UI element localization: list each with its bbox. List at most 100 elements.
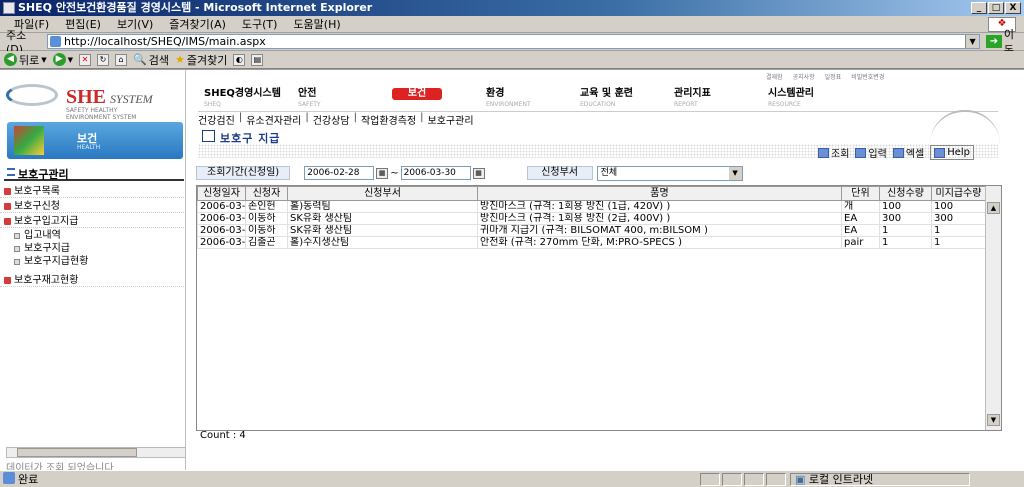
excel-action-button[interactable]: 엑셀: [892, 145, 924, 160]
dept-select-value: 전체: [600, 167, 618, 178]
left-menu-item-apply[interactable]: 보호구신청: [0, 200, 184, 213]
close-button[interactable]: X: [1005, 2, 1021, 14]
nav-sublabel: RESOURCE: [768, 101, 801, 108]
calendar-icon[interactable]: ▦: [376, 167, 389, 179]
left-menu-title-text: 보호구관리: [18, 168, 69, 181]
left-menu-item-list[interactable]: 보호구목록: [0, 185, 184, 198]
bullet-icon: [4, 277, 11, 284]
col-header-date[interactable]: 신청일자: [197, 186, 246, 201]
input-action-button[interactable]: 입력: [855, 145, 887, 160]
col-header-item[interactable]: 품명: [477, 186, 842, 201]
left-menu-item-label: 보호구목록: [14, 186, 60, 197]
search-action-button[interactable]: 조회: [818, 145, 849, 160]
nav-environment[interactable]: 환경 ENVIRONMENT: [480, 88, 574, 111]
menu-help[interactable]: 도움말(H): [285, 16, 348, 33]
menu-edit[interactable]: 편집(E): [57, 16, 109, 33]
left-panel: SHE SYSTEM SAFETY HEALTHY ENVIRONMENT SY…: [0, 70, 186, 474]
page-icon: [50, 36, 62, 47]
table-row[interactable]: 2006-03-02 김출곤 홀)수지생산팀 안전화 (규격: 270mm 단화…: [197, 236, 986, 249]
chevron-down-icon[interactable]: ▼: [728, 166, 742, 180]
forward-arrow-icon: ▶: [52, 53, 66, 66]
table-row[interactable]: 2006-03-09 손인헌 홀)동력팀 방진마스크 (규격: 1회용 방진 (…: [197, 200, 986, 213]
print-icon[interactable]: ▤: [251, 53, 264, 66]
bullet-icon: [4, 188, 11, 195]
left-panel-scrollbar[interactable]: [6, 447, 186, 458]
calendar-icon[interactable]: ▦: [472, 167, 485, 179]
col-header-unissued[interactable]: 미지급수량: [931, 186, 986, 201]
window-titlebar: SHEQ 안전보건환경품질 경영시스템 - Microsoft Internet…: [0, 0, 1024, 16]
top-links: 결재함 공지사항 일정표 비밀번호변경: [766, 72, 884, 81]
cell-date: 2006-03-06: [197, 212, 246, 225]
address-dropdown-icon[interactable]: ▼: [965, 35, 980, 48]
left-menu-item-receive-issue[interactable]: 보호구입고지급: [0, 215, 184, 228]
top-link-schedule[interactable]: 일정표: [825, 72, 842, 81]
table-row[interactable]: 2006-03-03 이동하 SK유화 생산팀 귀마개 지급기 (규격: BIL…: [197, 224, 986, 237]
stop-icon[interactable]: ✕: [79, 53, 92, 66]
favorites-button[interactable]: ★ 즐겨찾기: [175, 52, 227, 68]
address-input[interactable]: http://localhost/SHEQ/IMS/main.aspx ▼: [47, 34, 981, 49]
left-menu-item-label: 보호구재고현황: [14, 275, 79, 286]
col-header-unit[interactable]: 단위: [841, 186, 880, 201]
subnav-counseling[interactable]: 건강상담: [313, 112, 350, 127]
maximize-button[interactable]: □: [988, 2, 1004, 14]
scrollbar-thumb[interactable]: [17, 448, 137, 457]
forward-button[interactable]: ▶ ▼: [52, 53, 73, 66]
date-to-input[interactable]: 2006-03-30: [400, 166, 471, 180]
subnav-workenv[interactable]: 작업환경측정: [361, 112, 416, 127]
left-submenu-item-issue-status[interactable]: 보호구지급현황: [0, 256, 184, 268]
security-zone: ▣ 로컬 인트라넷: [790, 472, 970, 486]
nav-system[interactable]: 시스템관리 RESOURCE: [762, 88, 856, 111]
table-row[interactable]: 2006-03-06 이동하 SK유화 생산팀 방진마스크 (규격: 1회용 방…: [197, 212, 986, 225]
menu-tools[interactable]: 도구(T): [234, 16, 286, 33]
dept-label: 신청부서: [526, 166, 593, 180]
refresh-icon[interactable]: ↻: [97, 53, 110, 66]
nav-sheq[interactable]: SHEQ경영시스템 SHEQ: [198, 88, 292, 111]
col-header-applicant[interactable]: 신청자: [245, 186, 288, 201]
nav-safety[interactable]: 안전 SAFETY: [292, 88, 386, 111]
cell-unit: 개: [841, 200, 880, 213]
nav-health[interactable]: 보건: [386, 88, 480, 111]
cell-item: 방진마스크 (규격: 1회용 방진 (2급, 400V) ): [477, 212, 842, 225]
top-link-approval[interactable]: 결재함: [766, 72, 783, 81]
grid-scrollbar[interactable]: ▲ ▼: [985, 186, 1001, 430]
nav-education[interactable]: 교육 및 훈련 EDUCATION: [574, 88, 668, 111]
menu-favorites[interactable]: 즐겨찾기(A): [161, 16, 234, 33]
nav-report[interactable]: 관리지표 REPORT: [668, 88, 762, 111]
dept-select[interactable]: 전체 ▼: [596, 165, 743, 181]
col-header-dept[interactable]: 신청부서: [287, 186, 478, 201]
col-header-qty[interactable]: 신청수량: [879, 186, 932, 201]
page-done-icon: [3, 472, 15, 484]
forward-dropdown-icon[interactable]: ▼: [68, 56, 73, 64]
search-icon: 🔍: [133, 53, 147, 66]
back-dropdown-icon[interactable]: ▼: [41, 56, 46, 64]
scroll-down-icon[interactable]: ▼: [987, 414, 1000, 426]
header-decoration: [930, 110, 1000, 144]
logo-tagline-1: SAFETY HEALTHY: [66, 107, 118, 114]
left-submenu-item-issue[interactable]: 보호구지급: [0, 243, 184, 255]
scroll-up-icon[interactable]: ▲: [987, 202, 1000, 214]
sub-bullet-icon: [14, 233, 20, 239]
left-menu-item-inventory[interactable]: 보호구재고현황: [0, 274, 184, 287]
subnav-checkup[interactable]: 건강검진: [198, 112, 235, 127]
media-icon[interactable]: ◐: [233, 53, 246, 66]
top-link-notice[interactable]: 공지사항: [793, 72, 815, 81]
minimize-button[interactable]: _: [971, 2, 987, 14]
back-button[interactable]: ◀ 뒤로 ▼: [4, 52, 47, 68]
subnav-ppe[interactable]: 보호구관리: [428, 112, 474, 127]
subnav-findings[interactable]: 유소견자관리: [246, 112, 301, 127]
page-title-icon: [202, 130, 215, 142]
home-icon[interactable]: ⌂: [115, 53, 128, 66]
left-submenu-item-receipts[interactable]: 입고내역: [0, 230, 184, 242]
search-button[interactable]: 🔍 검색: [133, 52, 169, 68]
query-icon: [818, 147, 829, 158]
page-content: SHE SYSTEM SAFETY HEALTHY ENVIRONMENT SY…: [0, 69, 1024, 474]
top-link-password[interactable]: 비밀번호변경: [851, 72, 884, 81]
browser-toolbar: ◀ 뒤로 ▼ ▶ ▼ ✕ ↻ ⌂ 🔍 검색 ★ 즐겨찾기 ◐ ▤: [0, 51, 1024, 69]
main-nav: SHEQ경영시스템 SHEQ 안전 SAFETY 보건 환경 ENVIRONME…: [198, 88, 998, 112]
go-arrow-icon: ➔: [986, 35, 1002, 48]
help-action-button[interactable]: Help: [930, 145, 975, 160]
cell-date: 2006-03-03: [197, 224, 246, 237]
cell-unissued: 300: [931, 212, 986, 225]
menu-view[interactable]: 보기(V): [109, 16, 161, 33]
date-from-input[interactable]: 2006-02-28: [304, 166, 375, 180]
